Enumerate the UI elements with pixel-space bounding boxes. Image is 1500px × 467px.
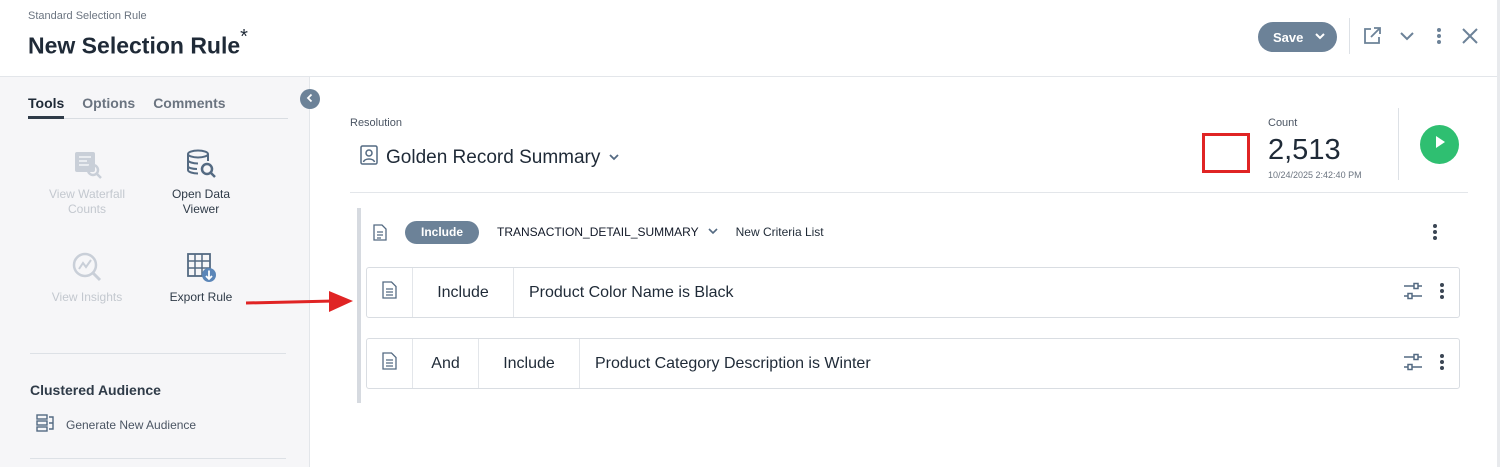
count-value: 2,513: [1268, 134, 1341, 166]
group-include-toggle[interactable]: Include: [405, 220, 480, 244]
open-external-icon[interactable]: [1361, 25, 1383, 47]
count-timestamp: 10/24/2025 2:42:40 PM: [1268, 170, 1362, 180]
sliders-icon[interactable]: [1403, 282, 1423, 305]
criteria-row[interactable]: Include Product Color Name is Black: [366, 267, 1460, 318]
main-divider: [350, 192, 1468, 193]
tool-label-line1: Export Rule: [169, 290, 233, 304]
table-export-icon: [184, 250, 218, 284]
criteria-connector[interactable]: And: [413, 339, 479, 388]
criteria-doc-cell: [367, 339, 413, 388]
highlight-box: [1202, 133, 1250, 173]
tool-label-line1: View Waterfall: [48, 187, 126, 201]
tab-comments[interactable]: Comments: [153, 95, 225, 119]
chevron-down-icon[interactable]: [1396, 25, 1418, 47]
criteria-actions: [1403, 353, 1445, 376]
criteria-actions: [1403, 282, 1445, 305]
clustered-audience-heading: Clustered Audience: [30, 382, 161, 398]
sliders-icon[interactable]: [1403, 353, 1423, 376]
more-options-icon[interactable]: [1439, 353, 1445, 376]
document-icon: [382, 352, 397, 375]
audience-list-icon: [36, 414, 54, 435]
criteria-row[interactable]: And Include Product Category Description…: [366, 338, 1460, 389]
criteria-mode[interactable]: Include: [413, 268, 514, 317]
tab-tools[interactable]: Tools: [28, 95, 65, 119]
table-selector[interactable]: TRANSACTION_DETAIL_SUMMARY: [497, 225, 719, 240]
criteria-list-name[interactable]: New Criteria List: [736, 225, 824, 239]
more-options-icon[interactable]: [1428, 25, 1450, 47]
tool-label-line2: Counts: [67, 202, 107, 216]
tool-label-line2: Viewer: [182, 202, 220, 216]
criteria-mode[interactable]: Include: [479, 339, 580, 388]
criteria-text[interactable]: Product Color Name is Black: [514, 268, 1459, 317]
view-waterfall-counts-button[interactable]: View Waterfall Counts: [37, 147, 137, 217]
app-window: Standard Selection Rule New Selection Ru…: [0, 0, 1500, 467]
run-count-button[interactable]: [1420, 125, 1459, 164]
page-subtitle: Standard Selection Rule: [28, 10, 147, 22]
document-icon: [382, 281, 397, 304]
chevron-down-icon: [608, 147, 620, 169]
chevron-down-icon[interactable]: [1314, 30, 1326, 45]
save-button-label: Save: [1273, 29, 1304, 45]
resolution-dropdown[interactable]: Golden Record Summary: [360, 145, 620, 171]
annotation-arrow: [246, 291, 353, 312]
document-icon: [371, 223, 389, 241]
play-icon: [1432, 134, 1448, 155]
count-label: Count: [1268, 117, 1298, 129]
tool-label-line1: Open Data: [171, 187, 231, 201]
criteria-tree-line: [357, 208, 361, 403]
unsaved-marker: *: [240, 26, 248, 48]
generate-new-audience-button[interactable]: Generate New Audience: [36, 414, 196, 435]
chevron-left-icon: [305, 90, 315, 108]
insights-chart-icon: [70, 250, 104, 284]
waterfall-search-icon: [70, 147, 104, 181]
resolution-label: Resolution: [350, 117, 402, 129]
page-title-text: New Selection Rule: [28, 32, 241, 59]
tool-label-line1: View Insights: [51, 290, 123, 304]
tab-options[interactable]: Options: [82, 95, 135, 119]
close-icon[interactable]: [1459, 25, 1481, 47]
generate-new-audience-label: Generate New Audience: [66, 417, 197, 432]
open-data-viewer-button[interactable]: Open Data Viewer: [151, 147, 251, 217]
count-divider: [1398, 108, 1399, 180]
export-rule-button[interactable]: Export Rule: [151, 250, 251, 305]
person-icon: [360, 145, 378, 171]
sidebar: Tools Options Comments View Waterfall Co…: [0, 77, 310, 467]
criteria-group-header: Include TRANSACTION_DETAIL_SUMMARY New C…: [366, 216, 1460, 248]
criteria-text[interactable]: Product Category Description is Winter: [580, 339, 1459, 388]
sidebar-divider: [30, 353, 286, 354]
sidebar-tabs: Tools Options Comments: [28, 95, 288, 119]
header-divider: [1349, 18, 1350, 54]
header-bar: Standard Selection Rule New Selection Ru…: [0, 0, 1500, 77]
view-insights-button[interactable]: View Insights: [37, 250, 137, 305]
table-name: TRANSACTION_DETAIL_SUMMARY: [497, 225, 699, 239]
more-options-icon[interactable]: [1439, 282, 1445, 305]
save-button[interactable]: Save: [1258, 22, 1337, 52]
more-options-icon[interactable]: [1427, 222, 1443, 242]
criteria-doc-cell: [367, 268, 413, 317]
collapse-sidebar-button[interactable]: [300, 89, 320, 109]
sidebar-divider: [30, 458, 286, 459]
chevron-down-icon: [707, 225, 719, 240]
page-title: New Selection Rule*: [28, 26, 248, 60]
resolution-value: Golden Record Summary: [386, 147, 601, 168]
database-search-icon: [184, 147, 218, 181]
